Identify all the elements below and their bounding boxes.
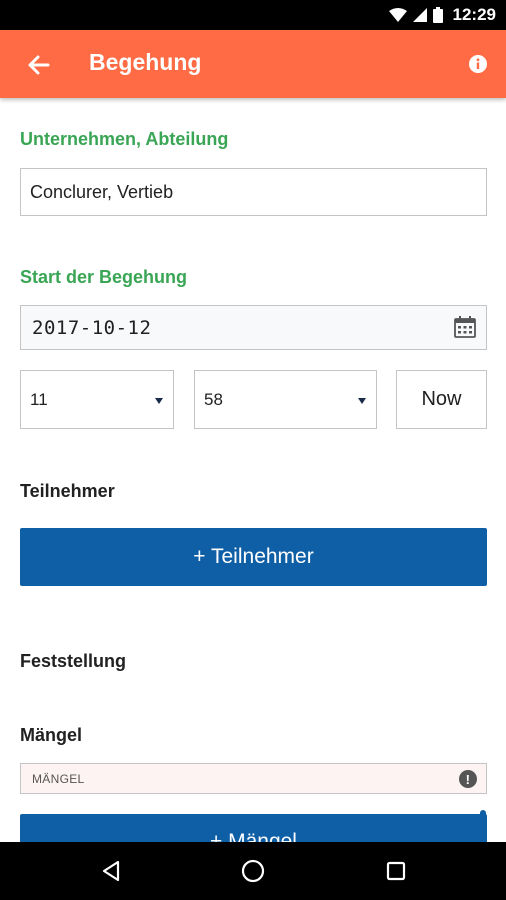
add-teilnehmer-button[interactable]: + Teilnehmer <box>20 528 487 586</box>
form-content: Unternehmen, Abteilung Conclurer, Vertie… <box>0 98 506 842</box>
triangle-back-icon <box>102 860 120 882</box>
minute-value: 58 <box>204 389 223 409</box>
recents-nav-button[interactable] <box>366 842 426 900</box>
status-time: 12:29 <box>452 5 496 24</box>
chevron-down-icon <box>155 398 163 404</box>
square-recents-icon <box>386 861 406 881</box>
minute-select[interactable]: 58 <box>194 370 377 429</box>
date-field[interactable]: 2017-10-12 <box>20 305 487 350</box>
feststellung-heading: Feststellung <box>20 651 127 671</box>
hour-select[interactable]: 11 <box>20 370 174 429</box>
wifi-icon <box>388 8 407 22</box>
back-nav-button[interactable] <box>81 842 141 900</box>
start-label: Start der Begehung <box>20 267 188 287</box>
now-button[interactable]: Now <box>396 370 487 429</box>
page-title: Begehung <box>89 49 202 75</box>
maengel-heading: Mängel <box>20 725 83 745</box>
circle-home-icon <box>241 859 265 883</box>
unternehmen-label: Unternehmen, Abteilung <box>20 129 229 149</box>
info-icon[interactable] <box>468 54 488 74</box>
navigation-bar <box>0 842 506 900</box>
add-maengel-button[interactable]: + Mängel <box>20 814 487 842</box>
teilnehmer-heading: Teilnehmer <box>20 481 115 501</box>
maengel-placeholder: MÄNGEL <box>32 771 85 786</box>
chevron-down-icon <box>358 398 366 404</box>
calendar-icon[interactable] <box>454 316 476 338</box>
date-value: 2017-10-12 <box>32 316 152 339</box>
maengel-field[interactable]: MÄNGEL ! <box>20 763 487 794</box>
hour-value: 11 <box>30 389 48 409</box>
home-nav-button[interactable] <box>223 842 283 900</box>
app-bar: Begehung <box>0 30 506 98</box>
arrow-left-icon[interactable] <box>24 50 54 80</box>
signal-icon <box>412 8 427 22</box>
status-icons: 12:29 <box>388 0 496 30</box>
unternehmen-field[interactable]: Conclurer, Vertieb <box>20 168 487 216</box>
battery-icon <box>432 7 443 23</box>
warning-icon: ! <box>459 770 477 788</box>
status-bar: 12:29 <box>0 0 506 30</box>
